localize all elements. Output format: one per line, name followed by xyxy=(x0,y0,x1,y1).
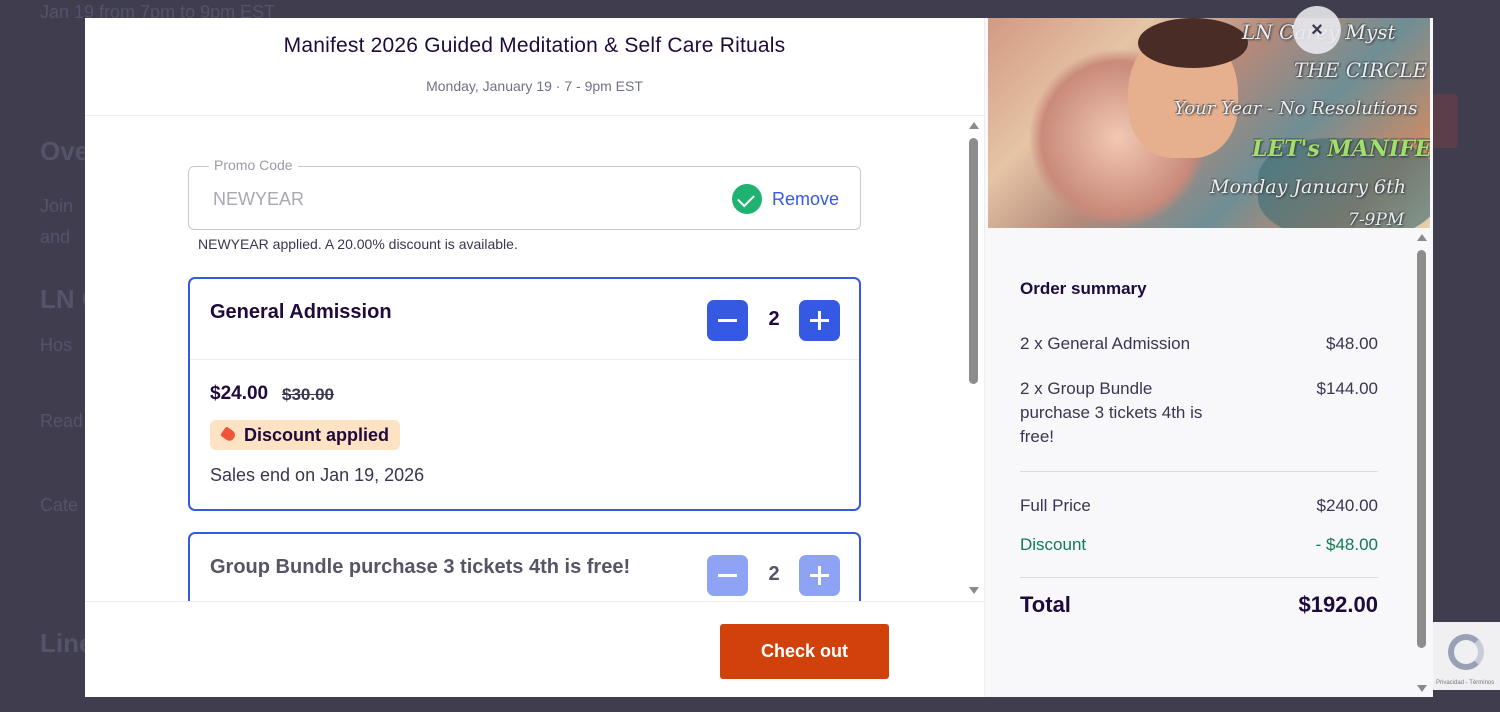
scroll-up-arrow-icon[interactable] xyxy=(1417,234,1427,241)
scrollbar-thumb[interactable] xyxy=(1417,250,1426,648)
full-price-amount: $240.00 xyxy=(1316,496,1378,515)
modal-header: Manifest 2026 Guided Meditation & Self C… xyxy=(85,18,984,116)
decrement-quantity-button[interactable] xyxy=(707,300,748,341)
bg-overview-text: Join xyxy=(40,196,74,216)
tickets-scroll-area[interactable]: Promo Code NEWYEAR Remove NEWYEAR applie… xyxy=(85,116,984,601)
scroll-down-arrow-icon[interactable] xyxy=(1417,685,1427,692)
image-caption: LET's MANIFEST xyxy=(1252,136,1430,162)
ticket-divider xyxy=(190,359,859,360)
summary-item-label: 2 x Group Bundle purchase 3 tickets 4th … xyxy=(1020,379,1203,446)
bg-category: Cate xyxy=(40,495,79,515)
ticket-name: General Admission xyxy=(210,301,392,323)
plus-icon-vertical xyxy=(818,566,821,585)
checkout-modal: Manifest 2026 Guided Meditation & Self C… xyxy=(85,18,1433,697)
promo-code-field[interactable]: Promo Code NEWYEAR Remove xyxy=(188,157,861,230)
discount-label: Discount xyxy=(1020,535,1087,554)
increment-quantity-button[interactable] xyxy=(799,555,840,596)
remove-promo-button[interactable]: Remove xyxy=(772,189,839,210)
modal-footer: Check out xyxy=(85,601,984,697)
event-date: Monday, January 19 · 7 - 9pm EST xyxy=(426,78,643,94)
summary-total-row: Total $192.00 xyxy=(1020,592,1378,618)
image-caption: THE CIRCLE xyxy=(1294,58,1428,82)
image-shape xyxy=(1138,18,1248,68)
ticket-original-price: $30.00 xyxy=(282,385,334,404)
ticket-quantity: 2 xyxy=(768,563,780,585)
image-caption: 7-9PM xyxy=(1348,210,1405,228)
total-label: Total xyxy=(1020,592,1071,617)
minus-icon xyxy=(718,574,737,577)
summary-item-label: 2 x General Admission xyxy=(1020,334,1191,353)
bg-read-more: Read xyxy=(40,411,84,431)
scrollbar-thumb[interactable] xyxy=(969,138,978,384)
summary-item-amount: $144.00 xyxy=(1316,379,1378,398)
summary-scrollbar[interactable] xyxy=(1416,234,1428,692)
bg-host-sub: Hos xyxy=(40,335,73,355)
tickets-scrollbar[interactable] xyxy=(968,122,980,594)
close-icon: × xyxy=(1311,19,1323,41)
recaptcha-text: Privacidad - Términos xyxy=(1436,680,1495,686)
promo-applied-message: NEWYEAR applied. A 20.00% discount is av… xyxy=(198,236,518,252)
scroll-up-arrow-icon[interactable] xyxy=(969,122,979,129)
order-summary: Order summary 2 x General Admission $48.… xyxy=(985,228,1433,697)
bg-overview-text-2: and xyxy=(40,227,71,247)
close-modal-button[interactable]: × xyxy=(1293,6,1341,54)
image-caption: Monday January 6th xyxy=(1210,176,1406,198)
check-circle-icon xyxy=(732,184,762,214)
event-title: Manifest 2026 Guided Meditation & Self C… xyxy=(283,34,786,57)
sales-end-text: Sales end on Jan 19, 2026 xyxy=(210,465,425,485)
ticket-quantity: 2 xyxy=(768,308,780,330)
discount-badge-label: Discount applied xyxy=(244,425,390,445)
plus-icon-vertical xyxy=(818,311,821,330)
image-caption: Your Year - No Resolutions xyxy=(1174,98,1418,119)
discount-amount: - $48.00 xyxy=(1315,535,1378,554)
tag-icon xyxy=(220,426,237,443)
full-price-label: Full Price xyxy=(1020,496,1091,515)
ticket-name: Group Bundle purchase 3 tickets 4th is f… xyxy=(210,556,631,578)
ticket-general-admission: General Admission 2 $24.00 $30.00 Discou… xyxy=(188,277,861,511)
event-image: LN Carey Myst THE CIRCLE Your Year - No … xyxy=(988,18,1430,228)
promo-code-label: Promo Code xyxy=(209,157,298,173)
summary-divider xyxy=(1020,471,1378,472)
summary-divider xyxy=(1020,577,1378,578)
summary-item-amount: $48.00 xyxy=(1326,334,1378,353)
scroll-down-arrow-icon[interactable] xyxy=(969,587,979,594)
minus-icon xyxy=(718,319,737,322)
recaptcha-icon xyxy=(1448,634,1484,670)
increment-quantity-button[interactable] xyxy=(799,300,840,341)
promo-code-input[interactable]: NEWYEAR xyxy=(213,189,304,210)
checkout-left-panel: Manifest 2026 Guided Meditation & Self C… xyxy=(85,18,984,697)
bg-overview-heading: Ove xyxy=(40,136,90,166)
ticket-group-bundle: Group Bundle purchase 3 tickets 4th is f… xyxy=(188,532,861,601)
order-summary-panel: LN Carey Myst THE CIRCLE Your Year - No … xyxy=(984,18,1433,697)
order-summary-title: Order summary xyxy=(1020,279,1147,298)
decrement-quantity-button[interactable] xyxy=(707,555,748,596)
discount-badge: Discount applied xyxy=(210,420,401,450)
checkout-button[interactable]: Check out xyxy=(720,624,889,679)
recaptcha-badge: Privacidad - Términos xyxy=(1432,622,1500,690)
total-amount: $192.00 xyxy=(1298,592,1378,617)
ticket-price: $24.00 xyxy=(210,383,269,404)
